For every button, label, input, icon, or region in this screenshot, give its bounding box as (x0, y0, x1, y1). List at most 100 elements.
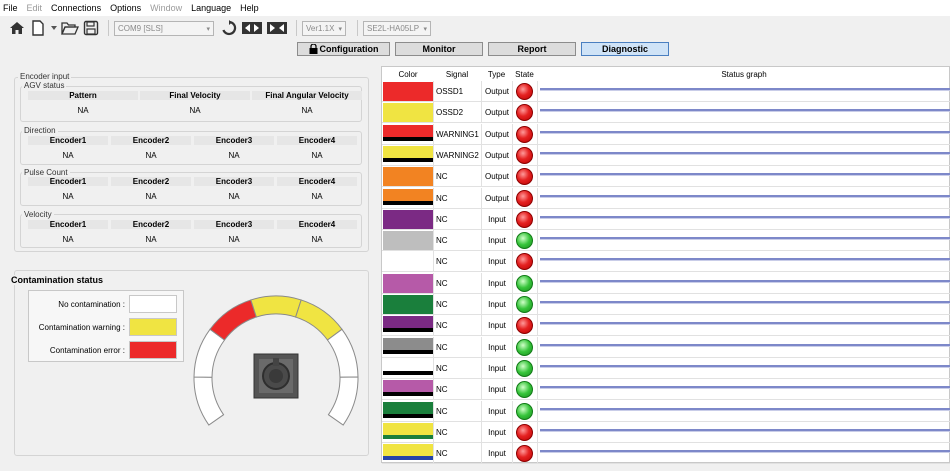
tab-configuration[interactable]: Configuration (297, 42, 390, 56)
header-type: Type (487, 70, 506, 79)
signal-name: WARNING1 (433, 123, 481, 145)
signal-color-swatch (383, 358, 433, 378)
table-row: NC Input (382, 294, 950, 315)
dropdown-icon[interactable] (50, 19, 58, 37)
direction-title: Direction (22, 126, 58, 135)
pulse-header-encoder3: Encoder3 (194, 177, 274, 186)
status-graph-line-shadow (540, 175, 950, 177)
menu-options[interactable]: Options (110, 3, 141, 13)
signal-type: Input (481, 294, 512, 315)
tab-report[interactable]: Report (488, 42, 576, 56)
signal-color-swatch (383, 422, 433, 442)
open-folder-icon[interactable] (61, 19, 79, 37)
header-color: Color (398, 70, 418, 79)
velocity-value-encoder3: NA (228, 235, 240, 244)
signal-type: Input (481, 357, 512, 379)
table-row: NC Input (382, 251, 950, 273)
pulse-value-encoder1: NA (62, 192, 74, 201)
signal-color-swatch (383, 252, 433, 272)
toolbar-separator (296, 20, 297, 36)
signal-type: Input (481, 379, 512, 401)
disconnect-icon[interactable] (266, 19, 288, 37)
legend-contamination-error-label: Contamination error : (49, 346, 125, 355)
signal-type: Input (481, 421, 512, 443)
status-graph-trace (537, 166, 950, 188)
tab-monitor[interactable]: Monitor (395, 42, 483, 56)
status-graph-trace (537, 208, 950, 230)
velocity-header-encoder3: Encoder3 (194, 220, 274, 229)
save-icon[interactable] (82, 19, 100, 37)
port-combo[interactable]: COM9 [SLS] ▾ (114, 20, 214, 36)
status-graph-line-shadow (540, 452, 950, 454)
tab-monitor-label: Monitor (422, 44, 456, 54)
signal-name: NC (433, 208, 481, 230)
signal-state (512, 166, 537, 188)
status-graph-line-shadow (540, 388, 950, 390)
table-row: NC Input (382, 315, 950, 337)
status-graph-trace (537, 187, 950, 209)
legend-no-contamination: No contamination : (29, 295, 185, 313)
home-icon[interactable] (8, 19, 26, 37)
signal-color-swatch (383, 167, 433, 187)
signal-name: NC (433, 443, 481, 465)
status-graph-line-shadow (540, 345, 950, 347)
green-led-icon (516, 359, 533, 377)
legend-contamination-warning: Contamination warning : (29, 318, 185, 336)
status-graph-trace (537, 357, 950, 379)
red-led-icon (516, 423, 533, 441)
status-graph-line-shadow (540, 239, 950, 241)
signal-name: NC (433, 230, 481, 252)
direction-value-encoder2: NA (145, 151, 157, 160)
velocity-header-encoder1: Encoder1 (28, 220, 108, 229)
table-row: NC Input (382, 272, 950, 294)
menu-edit[interactable]: Edit (27, 3, 43, 13)
signal-state (512, 400, 537, 422)
legend-contamination-warning-label: Contamination warning : (38, 323, 125, 332)
signal-state (512, 123, 537, 145)
velocity-values: NA NA NA NA (28, 235, 357, 244)
signal-name: NC (433, 400, 481, 422)
direction-header-encoder1: Encoder1 (28, 136, 108, 145)
pulse-header-encoder4: Encoder4 (277, 177, 357, 186)
signal-type: Input (481, 272, 512, 294)
agv-status-header: Pattern Final Velocity Final Angular Vel… (28, 91, 362, 100)
red-led-icon (516, 317, 533, 335)
menu-file[interactable]: File (3, 3, 18, 13)
status-graph-line-shadow (540, 366, 950, 368)
signal-type: Input (481, 230, 512, 252)
model-combo[interactable]: SE2L-HA05LP ▾ (363, 20, 431, 36)
tab-diagnostic[interactable]: Diagnostic (581, 42, 669, 56)
signal-state (512, 357, 537, 379)
menu-help[interactable]: Help (240, 3, 259, 13)
table-row: NC Input (382, 208, 950, 230)
refresh-icon[interactable] (220, 19, 238, 37)
signal-name: WARNING2 (433, 144, 481, 166)
table-row: NC Input (382, 379, 950, 401)
agv-header-pattern: Pattern (28, 91, 138, 100)
direction-header-encoder2: Encoder2 (111, 136, 191, 145)
connect-icon[interactable] (241, 19, 263, 37)
status-graph-line-shadow (540, 90, 950, 91)
status-graph-trace (537, 272, 950, 294)
version-combo[interactable]: Ver1.1X ▾ (302, 20, 346, 36)
tab-configuration-label: Configuration (319, 44, 379, 54)
signal-name: NC (433, 379, 481, 401)
table-row: NC Input (382, 443, 950, 465)
new-file-icon[interactable] (29, 19, 47, 37)
table-row: NC Input (382, 336, 950, 358)
toolbar-separator (357, 20, 358, 36)
contamination-gauge (193, 295, 359, 426)
menu-language[interactable]: Language (191, 3, 231, 13)
signal-color-swatch (383, 231, 433, 251)
legend-contamination-warning-swatch (129, 318, 177, 336)
signal-color-swatch (383, 295, 433, 314)
status-graph-trace (537, 251, 950, 273)
menu-connections[interactable]: Connections (51, 3, 101, 13)
velocity-header-encoder4: Encoder4 (277, 220, 357, 229)
signal-state (512, 81, 537, 102)
pulse-value-encoder3: NA (228, 192, 240, 201)
gauge-segment-warning (250, 295, 302, 318)
menu-window[interactable]: Window (150, 3, 182, 13)
signal-type: Input (481, 315, 512, 337)
table-row: NC Output (382, 187, 950, 209)
